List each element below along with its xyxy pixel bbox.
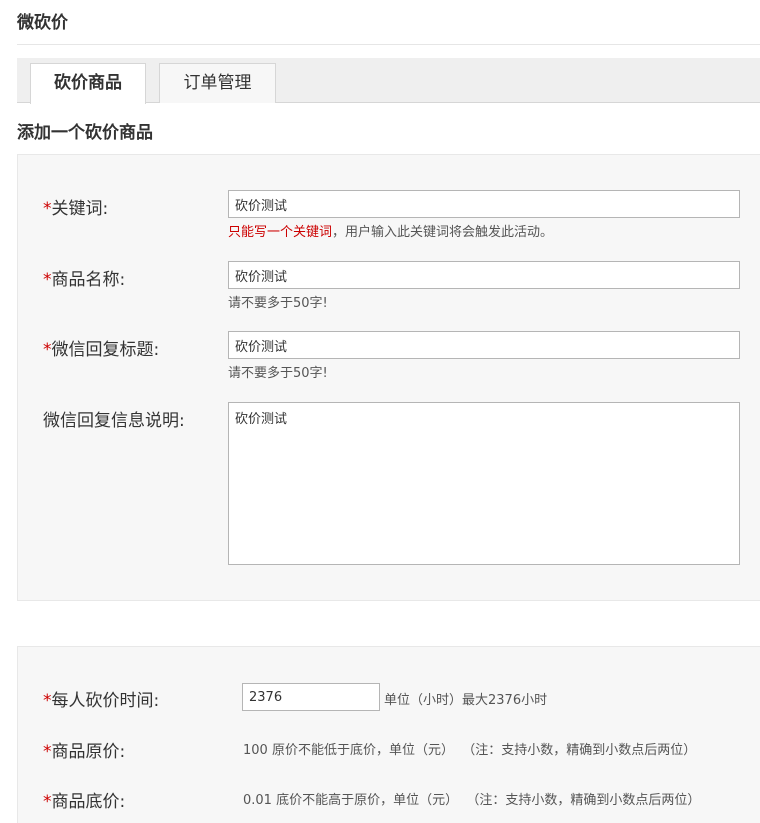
keyword-hint-warning: 只能写一个关键词 <box>228 225 333 240</box>
keyword-input[interactable] <box>228 190 740 218</box>
keyword-hint: 只能写一个关键词，用户输入此关键词将会触发此活动。 <box>228 225 554 240</box>
bargain-time-label: *每人砍价时间: <box>43 691 160 711</box>
original-price-value: 100 <box>243 743 268 758</box>
section-title: 添加一个砍价商品 <box>17 123 153 143</box>
original-price-label: *商品原价: <box>43 742 126 762</box>
required-mark: * <box>43 742 52 762</box>
required-mark: * <box>43 691 52 711</box>
product-name-hint: 请不要多于50字! <box>228 296 328 311</box>
required-mark: * <box>43 340 52 360</box>
product-name-label: *商品名称: <box>43 270 126 290</box>
tab-bargain-products[interactable]: 砍价商品 <box>30 63 146 104</box>
page-title: 微砍价 <box>17 13 68 33</box>
reply-description-label: 微信回复信息说明: <box>43 411 185 431</box>
bargain-time-unit: 单位（小时）最大2376小时 <box>384 693 548 708</box>
title-divider <box>17 44 760 45</box>
reply-title-input[interactable] <box>228 331 740 359</box>
reply-title-hint: 请不要多于50字! <box>228 366 328 381</box>
original-price-note: （注：支持小数，精确到小数点后两位） <box>462 743 697 758</box>
bargain-time-input[interactable] <box>242 683 380 711</box>
original-price-text: 原价不能低于底价，单位（元） <box>271 743 454 758</box>
floor-price-value: 0.01 <box>243 793 272 808</box>
floor-price-text: 底价不能高于原价，单位（元） <box>276 793 459 808</box>
tab-order-management[interactable]: 订单管理 <box>159 63 276 103</box>
floor-price-row: 0.01 底价不能高于原价，单位（元） （注：支持小数，精确到小数点后两位） <box>243 789 700 808</box>
required-mark: * <box>43 199 52 219</box>
original-price-row: 100 原价不能低于底价，单位（元） （注：支持小数，精确到小数点后两位） <box>243 739 696 758</box>
required-mark: * <box>43 270 52 290</box>
tab-bar: 砍价商品 订单管理 <box>17 58 760 104</box>
keyword-label: *关键词: <box>43 199 109 219</box>
reply-title-label: *微信回复标题: <box>43 340 160 360</box>
reply-description-textarea[interactable]: 砍价测试 <box>228 402 740 565</box>
floor-price-label: *商品底价: <box>43 792 126 812</box>
floor-price-note: （注：支持小数，精确到小数点后两位） <box>466 793 701 808</box>
product-name-input[interactable] <box>228 261 740 289</box>
required-mark: * <box>43 792 52 812</box>
